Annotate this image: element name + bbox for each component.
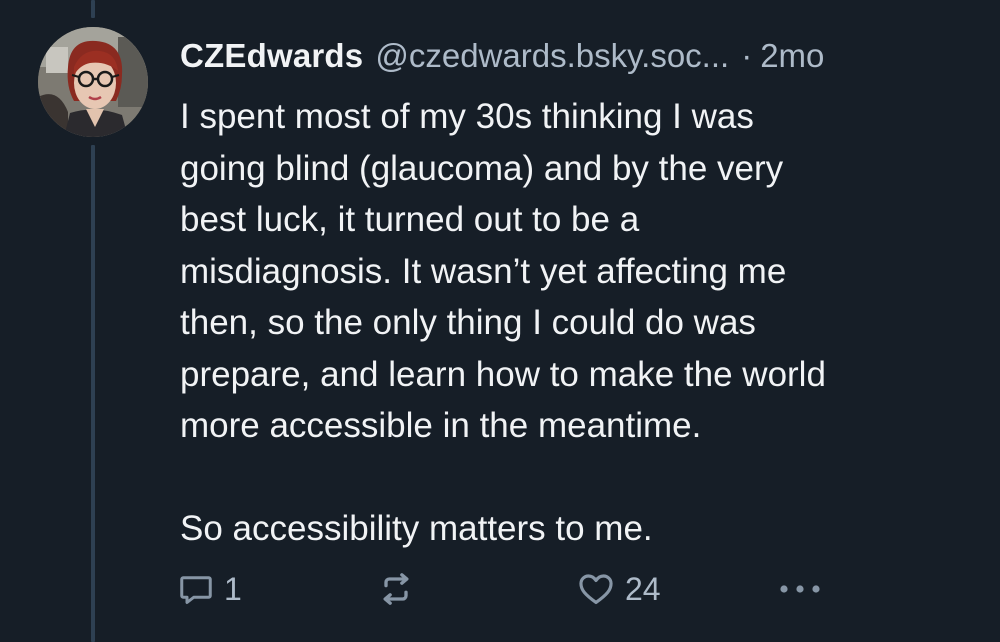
reply-count: 1 <box>224 570 242 607</box>
repost-icon <box>383 573 409 605</box>
author-display-name[interactable]: CZEdwards <box>180 33 363 79</box>
thread-line-bottom <box>91 145 95 642</box>
like-button[interactable]: 24 <box>577 568 661 610</box>
repost-button[interactable] <box>376 568 416 610</box>
heart-icon <box>579 574 613 605</box>
post-paragraph-1: I spent most of my 30s thinking I was go… <box>180 91 970 452</box>
like-count: 24 <box>625 570 661 607</box>
reply-button[interactable]: 1 <box>178 568 242 610</box>
avatar-image <box>38 27 148 137</box>
post-timestamp[interactable]: 2mo <box>760 33 824 79</box>
post-line: So accessibility matters to me. <box>180 509 653 548</box>
post-line: more accessible in the meantime. <box>180 406 702 445</box>
post-actions: 1 24 <box>178 568 838 610</box>
post-body: I spent most of my 30s thinking I was go… <box>180 91 970 555</box>
header-separator: · <box>741 37 753 74</box>
avatar[interactable] <box>38 27 148 137</box>
author-handle[interactable]: @czedwards.bsky.soc... <box>375 33 729 79</box>
post-line: prepare, and learn how to make the world <box>180 354 826 394</box>
post-line: I spent most of my 30s thinking I was <box>180 97 754 136</box>
more-dots-icon <box>780 585 820 593</box>
post-line: then, so the only thing I could do was <box>180 303 756 342</box>
reply-bubble-icon <box>180 576 212 604</box>
post-line: best luck, it turned out to be a <box>180 200 640 239</box>
post-line: going blind (glaucoma) and by the very <box>180 148 784 188</box>
post-paragraph-2: So accessibility matters to me. <box>180 503 970 555</box>
post-header: CZEdwards @czedwards.bsky.soc... · 2mo <box>180 33 824 79</box>
more-options-button[interactable] <box>776 568 824 610</box>
post-line: misdiagnosis. It wasn’t yet affecting me <box>180 251 787 291</box>
thread-line-top <box>91 0 95 18</box>
